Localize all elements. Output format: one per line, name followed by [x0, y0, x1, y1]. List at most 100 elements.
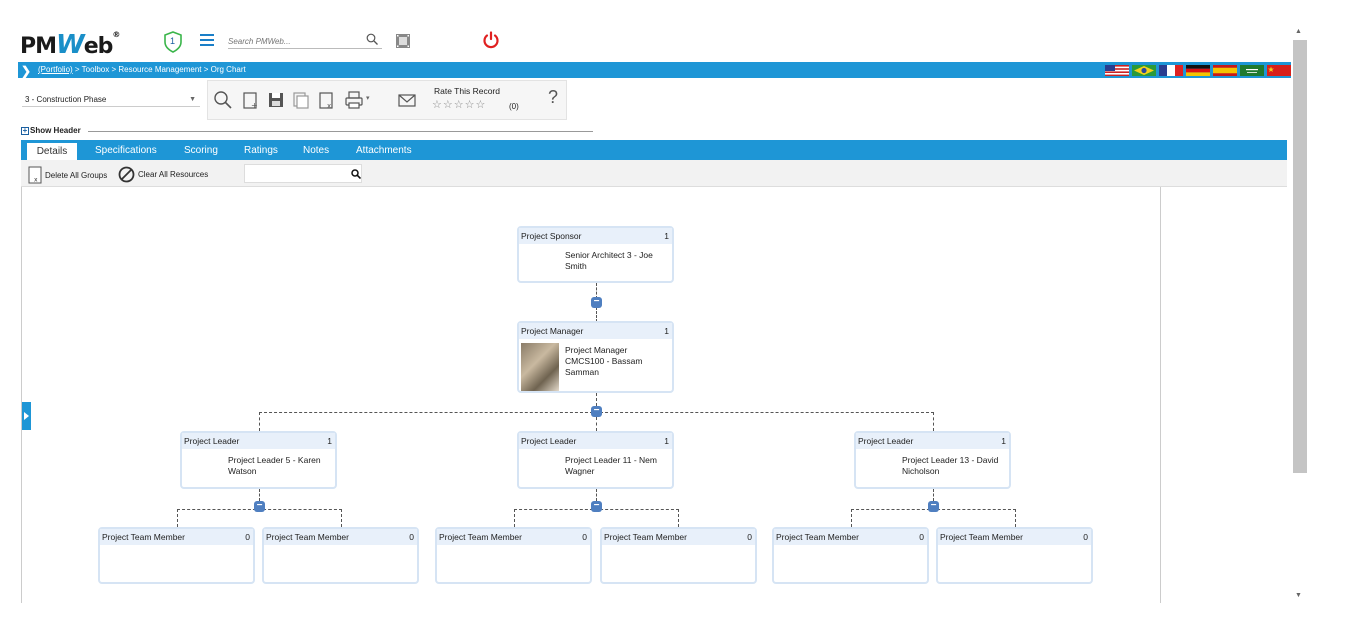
- breadcrumb-portfolio-link[interactable]: (Portfolio): [38, 65, 73, 74]
- node-title: Project Team Member: [439, 532, 522, 542]
- global-search-input[interactable]: [228, 34, 358, 48]
- node-title: Project Team Member: [604, 532, 687, 542]
- dropdown-arrow-icon: ▼: [189, 96, 196, 103]
- node-count: 0: [1083, 532, 1088, 542]
- power-logout-icon[interactable]: [482, 31, 500, 49]
- node-count: 0: [747, 532, 752, 542]
- find-icon[interactable]: [213, 90, 233, 110]
- show-header-toggle[interactable]: + Show Header: [21, 126, 81, 135]
- collapse-minus-icon[interactable]: −: [591, 297, 602, 308]
- prohibited-icon: [118, 166, 135, 183]
- scroll-down-arrow-icon[interactable]: ▼: [1295, 592, 1302, 599]
- node-title: Project Leader: [521, 436, 577, 446]
- org-node-team-member[interactable]: Project Team Member 0: [936, 527, 1093, 584]
- node-count: 0: [582, 532, 587, 542]
- print-icon[interactable]: [344, 90, 364, 110]
- tab-specifications[interactable]: Specifications: [95, 145, 157, 156]
- print-dropdown-icon[interactable]: ▾: [366, 94, 376, 114]
- connector-line: [933, 412, 934, 431]
- connector-line: [341, 509, 342, 527]
- svg-text:+: +: [251, 101, 258, 110]
- help-icon[interactable]: ?: [548, 87, 558, 108]
- phase-select-value: 3 - Construction Phase: [25, 95, 107, 104]
- phase-select[interactable]: 3 - Construction Phase ▼: [22, 93, 200, 107]
- node-count: 0: [919, 532, 924, 542]
- connector-line: [596, 417, 597, 431]
- org-node-team-member[interactable]: Project Team Member 0: [262, 527, 419, 584]
- org-node-manager[interactable]: Project Manager 1 Project Manager CMCS100…: [517, 321, 674, 393]
- tab-attachments[interactable]: Attachments: [356, 145, 412, 156]
- collapse-minus-icon[interactable]: −: [591, 501, 602, 512]
- node-title: Project Team Member: [266, 532, 349, 542]
- video-tutorial-icon[interactable]: [395, 33, 411, 49]
- china-flag-icon[interactable]: [1267, 65, 1291, 76]
- side-panel-toggle[interactable]: [22, 402, 31, 430]
- node-resource: Project Leader 11 - Nem Wagner: [565, 455, 657, 476]
- node-title: Project Team Member: [776, 532, 859, 542]
- collapse-minus-icon[interactable]: −: [591, 406, 602, 417]
- search-icon[interactable]: [351, 169, 362, 180]
- tab-details[interactable]: Details: [27, 143, 77, 160]
- node-title: Project Team Member: [102, 532, 185, 542]
- scrollbar-thumb[interactable]: [1293, 40, 1307, 473]
- org-node-team-member[interactable]: Project Team Member 0: [600, 527, 757, 584]
- clear-all-resources-label: Clear All Resources: [138, 170, 209, 179]
- connector-line: [596, 307, 597, 322]
- connector-line: [678, 509, 679, 527]
- hamburger-menu-icon[interactable]: [200, 34, 214, 46]
- save-icon[interactable]: [266, 90, 286, 110]
- spain-flag-icon[interactable]: [1213, 65, 1237, 76]
- org-node-leader[interactable]: Project Leader 1 Project Leader 11 - Nem …: [517, 431, 674, 489]
- node-count: 0: [245, 532, 250, 542]
- brazil-flag-icon[interactable]: [1132, 65, 1156, 76]
- us-flag-icon[interactable]: [1105, 65, 1129, 76]
- new-record-icon[interactable]: +: [241, 90, 261, 110]
- connector-line: [259, 412, 260, 431]
- chevron-right-icon: ❯: [21, 64, 32, 78]
- delete-record-icon[interactable]: x: [317, 90, 337, 110]
- tab-notes[interactable]: Notes: [303, 145, 329, 156]
- notification-count: 1: [170, 36, 176, 46]
- node-count: 1: [664, 231, 669, 241]
- copy-icon[interactable]: [291, 90, 311, 110]
- saudi-flag-icon[interactable]: [1240, 65, 1264, 76]
- org-node-leader[interactable]: Project Leader 1 Project Leader 5 - Karen…: [180, 431, 337, 489]
- node-resource: Project Leader 13 - David Nicholson: [902, 455, 999, 476]
- collapse-minus-icon[interactable]: −: [254, 501, 265, 512]
- logo-w: W: [56, 30, 85, 60]
- delete-all-groups-label: Delete All Groups: [45, 170, 108, 180]
- node-title: Project Leader: [858, 436, 914, 446]
- node-count: 1: [327, 436, 332, 446]
- chart-search-input[interactable]: [244, 164, 362, 183]
- rating-stars[interactable]: ☆☆☆☆☆: [432, 98, 486, 111]
- resource-photo: [521, 343, 559, 391]
- logo-pm: PM: [20, 34, 57, 59]
- org-node-leader[interactable]: Project Leader 1 Project Leader 13 - Davi…: [854, 431, 1011, 489]
- email-icon[interactable]: [397, 90, 417, 110]
- delete-all-groups-button[interactable]: x Delete All Groups: [28, 166, 107, 184]
- collapse-minus-icon[interactable]: −: [928, 501, 939, 512]
- org-node-team-member[interactable]: Project Team Member 0: [435, 527, 592, 584]
- org-node-sponsor[interactable]: Project Sponsor 1 Senior Architect 3 - Jo…: [517, 226, 674, 283]
- rating-count: (0): [509, 102, 519, 111]
- france-flag-icon[interactable]: [1159, 65, 1183, 76]
- breadcrumb: ❯ (Portfolio) > Toolbox > Resource Manag…: [18, 62, 1291, 78]
- node-resource: Senior Architect 3 - Joe Smith: [565, 250, 653, 271]
- rate-record-label: Rate This Record: [434, 86, 500, 96]
- org-node-team-member[interactable]: Project Team Member 0: [98, 527, 255, 584]
- connector-line: [177, 509, 178, 527]
- connector-line: [1015, 509, 1016, 527]
- org-node-team-member[interactable]: Project Team Member 0: [772, 527, 929, 584]
- tab-scoring[interactable]: Scoring: [184, 145, 218, 156]
- global-search[interactable]: [228, 34, 382, 49]
- tab-ratings[interactable]: Ratings: [244, 145, 278, 156]
- germany-flag-icon[interactable]: [1186, 65, 1210, 76]
- scroll-up-arrow-icon[interactable]: ▲: [1295, 28, 1302, 35]
- delete-document-icon: x: [28, 166, 42, 184]
- node-count: 1: [664, 326, 669, 336]
- notification-shield-icon[interactable]: 1: [163, 31, 183, 53]
- connector-line: [514, 509, 515, 527]
- search-icon[interactable]: [366, 33, 378, 45]
- pmweb-logo[interactable]: PMWeb®: [20, 30, 120, 60]
- clear-all-resources-button[interactable]: Clear All Resources: [118, 166, 208, 183]
